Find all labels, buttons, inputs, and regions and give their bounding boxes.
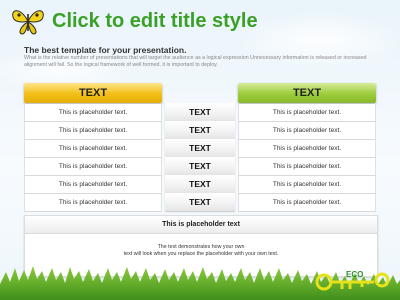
panel-title[interactable]: This is placeholder text [25, 216, 377, 234]
left-cell-6[interactable]: This is placeholder text. [24, 194, 162, 212]
right-cell-6[interactable]: This is placeholder text. [238, 194, 376, 212]
mid-cell-6[interactable]: TEXT [165, 193, 235, 211]
panel-line-2: text will look when you replace the plac… [123, 251, 279, 257]
right-cell-2[interactable]: This is placeholder text. [238, 122, 376, 140]
eco-logo-text: ECO [346, 270, 363, 279]
left-column: This is placeholder text. This is placeh… [24, 104, 162, 212]
slide: Click to edit title style The best templ… [0, 0, 400, 300]
mid-cell-2[interactable]: TEXT [165, 121, 235, 139]
mid-cell-1[interactable]: TEXT [165, 103, 235, 121]
left-cell-5[interactable]: This is placeholder text. [24, 176, 162, 194]
right-column-header[interactable]: TEXT [238, 83, 376, 103]
right-cell-4[interactable]: This is placeholder text. [238, 158, 376, 176]
left-cell-4[interactable]: This is placeholder text. [24, 158, 162, 176]
slide-subtitle[interactable]: The best template for your presentation. [24, 45, 186, 55]
butterfly-icon [12, 10, 44, 35]
right-cell-1[interactable]: This is placeholder text. [238, 104, 376, 122]
mid-cell-5[interactable]: TEXT [165, 175, 235, 193]
left-cell-1[interactable]: This is placeholder text. [24, 104, 162, 122]
mid-cell-4[interactable]: TEXT [165, 157, 235, 175]
left-column-header[interactable]: TEXT [24, 83, 162, 103]
panel-line-1: The text demonstrates how your own [157, 244, 245, 250]
slide-description[interactable]: What is the relative number of presentat… [24, 55, 384, 69]
eco-logo-icon: ECO [315, 270, 390, 291]
right-cell-3[interactable]: This is placeholder text. [238, 140, 376, 158]
left-cell-3[interactable]: This is placeholder text. [24, 140, 162, 158]
right-cell-5[interactable]: This is placeholder text. [238, 176, 376, 194]
slide-title[interactable]: Click to edit title style [52, 10, 258, 33]
left-cell-2[interactable]: This is placeholder text. [24, 122, 162, 140]
mid-cell-3[interactable]: TEXT [165, 139, 235, 157]
panel-body[interactable]: The text demonstrates how your own text … [45, 244, 357, 258]
right-column: This is placeholder text. This is placeh… [238, 104, 376, 212]
middle-column: TEXT TEXT TEXT TEXT TEXT TEXT [165, 103, 235, 211]
